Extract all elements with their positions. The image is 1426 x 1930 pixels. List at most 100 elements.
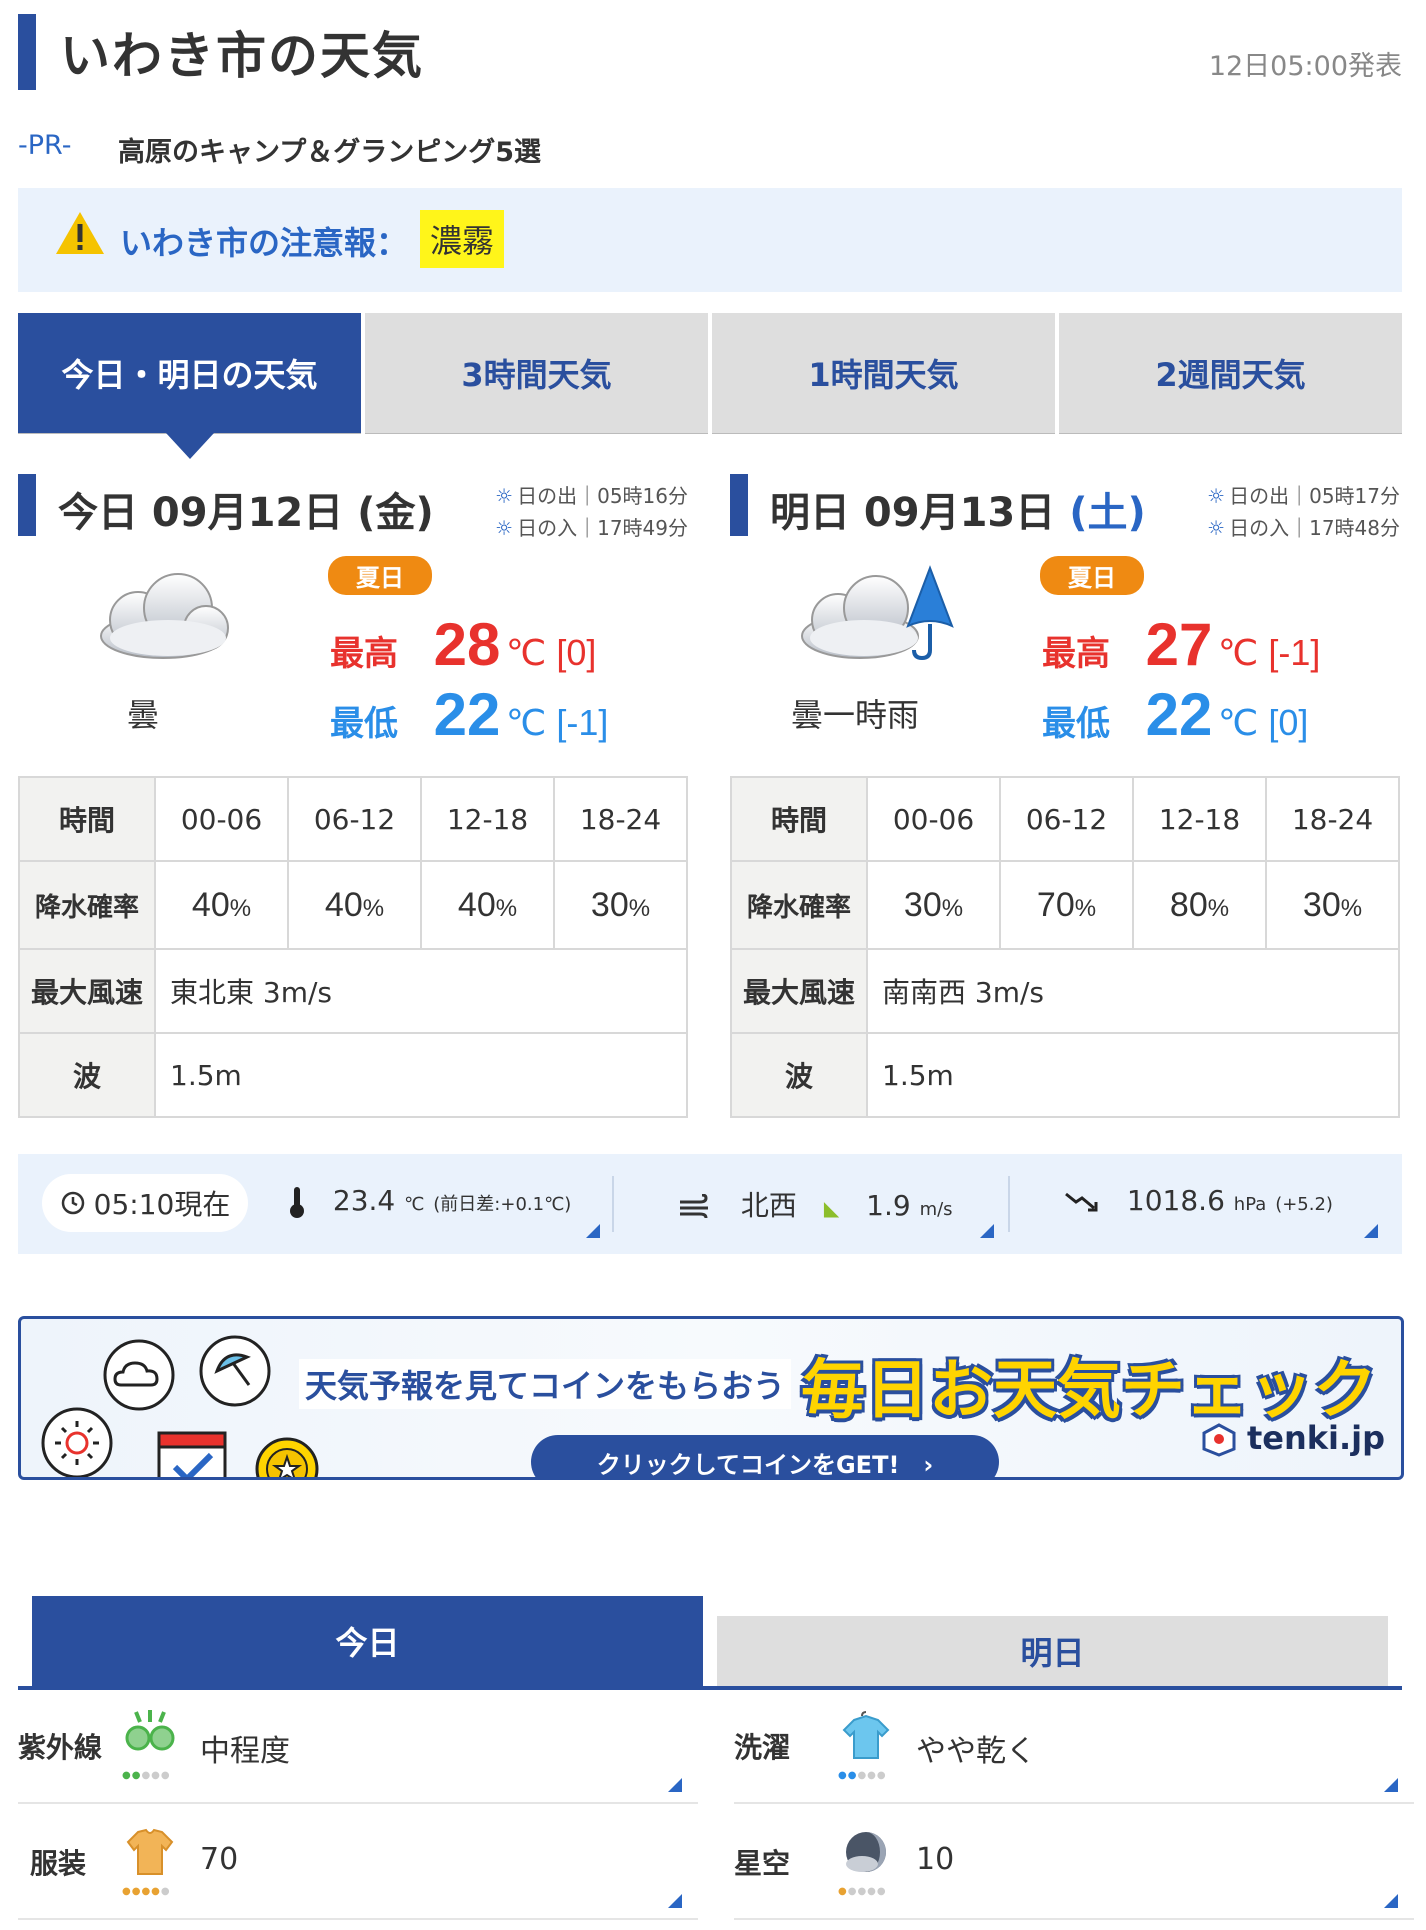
wind-cell: 東北東 3m/s <box>154 948 688 1034</box>
tab-2week[interactable]: 2週間天気 <box>1059 313 1402 434</box>
index-laundry[interactable]: 洗濯 ●●●●● やや乾く <box>734 1692 1414 1804</box>
tomorrow-high-temp: 最高 27 ℃ [-1] <box>1042 610 1320 679</box>
coin-campaign-banner[interactable]: 天気予報を見てコインをもらおう 毎日お天気チェック クリックしてコインをGET!… <box>18 1316 1404 1480</box>
pop-header: 降水確率 <box>18 860 156 950</box>
wind-header: 最大風速 <box>18 948 156 1034</box>
pop-value: 40 <box>324 885 363 924</box>
time-cell: 18-24 <box>553 776 688 862</box>
pop-unit: % <box>1074 894 1097 922</box>
warning-item-fog[interactable]: 濃霧 <box>420 210 505 268</box>
table-row: 時間 00-06 06-12 12-18 18-24 <box>730 776 1400 862</box>
wind-cell: 南南西 3m/s <box>866 948 1400 1034</box>
starry-sky-moon-icon <box>846 1832 886 1872</box>
current-temperature[interactable]: 23.4 ℃ (前日差:+0.1℃) <box>288 1184 571 1219</box>
today-summer-day-badge: 夏日 <box>328 556 432 595</box>
low-unit: ℃ [0] <box>1217 702 1309 743</box>
pop-value: 40 <box>191 885 230 924</box>
pressure-more-arrow-icon[interactable] <box>1364 1224 1378 1238</box>
warning-icon <box>56 212 104 254</box>
pop-value: 30 <box>590 885 629 924</box>
today-date: 今日 09月12日 ( <box>58 490 376 536</box>
today-weekday-close: ) <box>415 490 434 536</box>
index-more-arrow-icon[interactable] <box>1384 1894 1398 1908</box>
pop-value: 70 <box>1036 885 1075 924</box>
tomorrow-low-temp: 最低 22 ℃ [0] <box>1042 680 1308 749</box>
tomorrow-sunset-text: 日の入｜17時48分 <box>1229 516 1400 540</box>
index-value: やや乾く <box>916 1734 1036 1769</box>
sunrise-icon: ☼ <box>1207 484 1226 508</box>
level-dots: ●●●●● <box>122 1770 171 1781</box>
tomorrow-forecast-table: 時間 00-06 06-12 12-18 18-24 降水確率 30% 70% … <box>730 776 1400 1118</box>
issued-time: 12日05:00発表 <box>1208 51 1402 82</box>
table-row: 降水確率 30% 70% 80% 30% <box>730 860 1400 950</box>
pop-cell: 70% <box>999 860 1134 950</box>
time-cell: 06-12 <box>999 776 1134 862</box>
table-row: 時間 00-06 06-12 12-18 18-24 <box>18 776 688 862</box>
index-more-arrow-icon[interactable] <box>668 1894 682 1908</box>
today-weekday: 金 <box>375 490 416 536</box>
pop-cell: 80% <box>1132 860 1267 950</box>
wind-direction: 北西 <box>740 1189 797 1222</box>
temp-unit: ℃ <box>404 1194 425 1215</box>
table-row: 最大風速 東北東 3m/s <box>18 948 688 1034</box>
index-clothing[interactable]: 服装 ●●●●● 70 <box>18 1808 698 1920</box>
tab-today-tomorrow[interactable]: 今日・明日の天気 <box>18 313 361 459</box>
pop-value: 80 <box>1169 885 1208 924</box>
divider <box>1008 1176 1010 1232</box>
tab-1hour[interactable]: 1時間天気 <box>712 313 1055 434</box>
today-sunset: ☼ 日の入｜17時49分 <box>495 512 688 541</box>
table-row: 最大風速 南南西 3m/s <box>730 948 1400 1034</box>
clock-icon <box>61 1191 84 1215</box>
today-low-temp: 最低 22 ℃ [-1] <box>330 680 608 749</box>
tomorrow-sunrise-text: 日の出｜05時17分 <box>1229 484 1400 508</box>
temp-more-arrow-icon[interactable] <box>586 1224 600 1238</box>
pop-cell: 30% <box>1265 860 1400 950</box>
warning-box[interactable]: いわき市の注意報： 濃霧 <box>18 188 1402 292</box>
index-label: 星空 <box>734 1847 791 1880</box>
pr-row[interactable]: -PR- 高原のキャンプ＆グランピング5選 <box>18 130 541 168</box>
wind-speed: 1.9 <box>866 1189 911 1222</box>
pop-cell: 40% <box>154 860 289 950</box>
pop-value: 40 <box>457 885 496 924</box>
pop-unit: % <box>1340 894 1363 922</box>
high-label: 最高 <box>1042 634 1110 674</box>
time-cell: 12-18 <box>1132 776 1267 862</box>
wind-more-arrow-icon[interactable] <box>980 1224 994 1238</box>
time-cell: 12-18 <box>420 776 555 862</box>
tab-index-tomorrow[interactable]: 明日 <box>717 1616 1388 1686</box>
level-dots: ●●●●● <box>838 1886 887 1897</box>
sun-bubble-icon <box>41 1407 113 1477</box>
coin-icon <box>255 1437 319 1477</box>
current-time: 05:10現在 <box>93 1188 231 1221</box>
time-cell: 06-12 <box>287 776 422 862</box>
day-accent-bar <box>18 474 36 536</box>
index-more-arrow-icon[interactable] <box>668 1778 682 1792</box>
tab-index-today[interactable]: 今日 <box>32 1596 703 1686</box>
time-header: 時間 <box>730 776 868 862</box>
forecast-tabs: 今日・明日の天気 3時間天気 1時間天気 2週間天気 <box>18 313 1402 459</box>
banner-lead-text: 天気予報を見てコインをもらおう <box>299 1359 792 1409</box>
wave-cell: 1.5m <box>866 1032 1400 1118</box>
wind-unit: m/s <box>919 1199 953 1220</box>
pop-cell: 30% <box>553 860 688 950</box>
pop-unit: % <box>362 894 385 922</box>
index-value: 中程度 <box>200 1734 290 1769</box>
get-coin-button[interactable]: クリックしてコインをGET! › <box>531 1435 999 1477</box>
index-label: 洗濯 <box>734 1731 791 1764</box>
pr-link[interactable]: 高原のキャンプ＆グランピング5選 <box>118 130 541 169</box>
current-wind[interactable]: 北西 ◣ 1.9 m/s <box>678 1184 953 1224</box>
pop-cell: 40% <box>287 860 422 950</box>
tab-3hour[interactable]: 3時間天気 <box>365 313 708 434</box>
tomorrow-sunset: ☼ 日の入｜17時48分 <box>1207 512 1400 541</box>
index-more-arrow-icon[interactable] <box>1384 1778 1398 1792</box>
low-value: 22 <box>1145 681 1213 748</box>
pressure-value: 1018.6 <box>1126 1184 1225 1217</box>
sunset-icon: ☼ <box>1207 516 1226 540</box>
index-value: 70 <box>200 1842 239 1877</box>
tomorrow-telop: 曇一時雨 <box>790 696 919 734</box>
current-pressure[interactable]: 1018.6 hPa (+5.2) <box>1064 1184 1333 1217</box>
index-starry-sky[interactable]: 星空 ●●●●● 10 <box>734 1808 1414 1920</box>
pop-unit: % <box>1207 894 1230 922</box>
high-label: 最高 <box>330 634 398 674</box>
index-uv[interactable]: 紫外線 ●●●●● 中程度 <box>18 1692 698 1804</box>
